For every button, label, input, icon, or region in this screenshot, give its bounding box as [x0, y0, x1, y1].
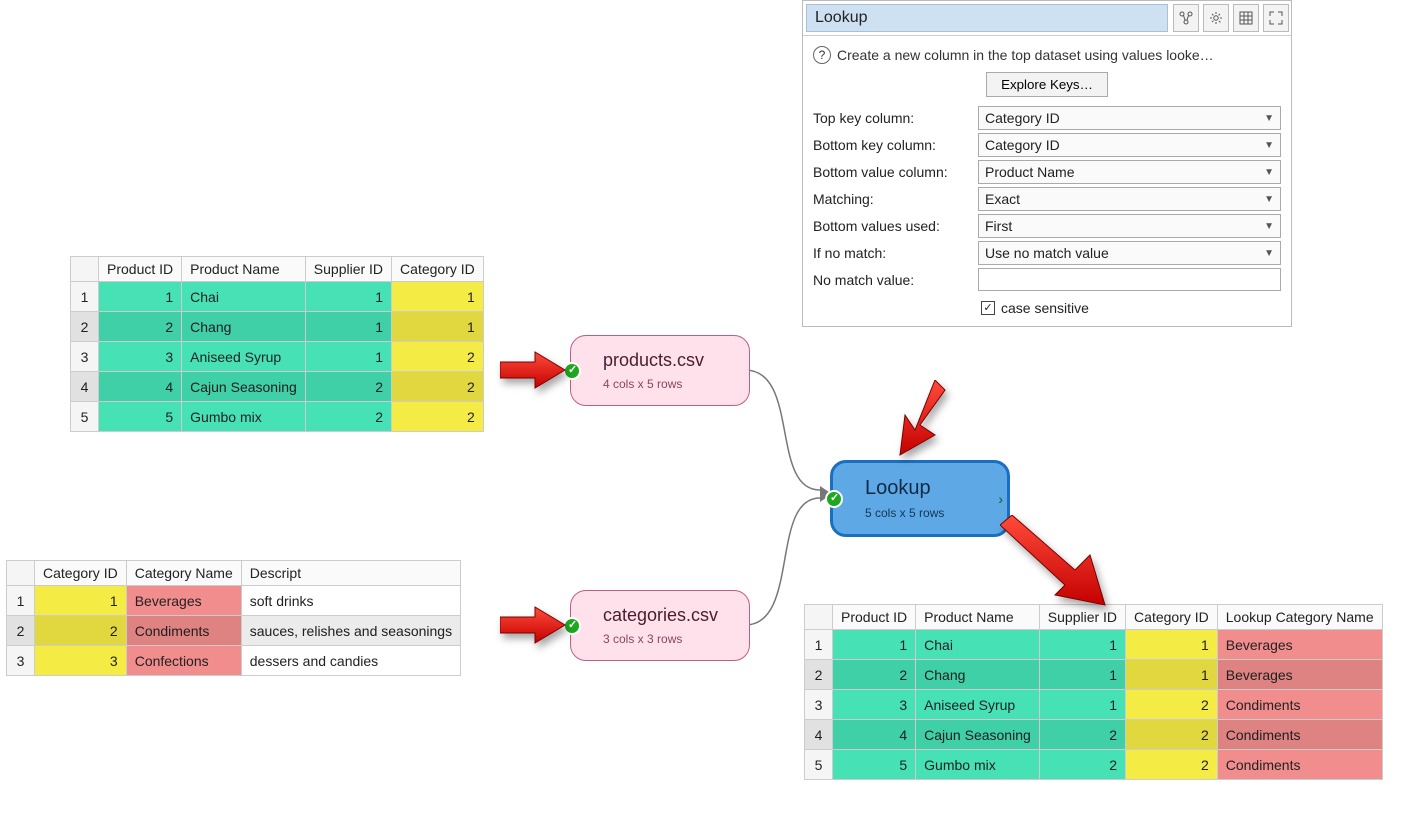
panel-description: Create a new column in the top dataset u…	[837, 47, 1214, 63]
table-row: 4 4 Cajun Seasoning 2 2 Condiments	[805, 720, 1383, 750]
table-row: 2 2 Condiments sauces, relishes and seas…	[7, 616, 461, 646]
label-nomatch: If no match:	[813, 245, 978, 261]
label-matching: Matching:	[813, 191, 978, 207]
panel-title: Lookup	[806, 4, 1168, 32]
checkbox-box: ✓	[981, 301, 995, 315]
help-icon[interactable]: ?	[813, 46, 831, 64]
col-header: Category ID	[1126, 605, 1218, 630]
lookup-panel: Lookup ? Create a new column in the top …	[802, 0, 1292, 327]
chevron-down-icon: ▼	[1264, 194, 1274, 205]
expand-icon[interactable]	[1263, 4, 1289, 32]
arrow-icon	[1000, 515, 1110, 610]
table-row: 3 3 Aniseed Syrup 1 2 Condiments	[805, 690, 1383, 720]
checkbox-case-sensitive[interactable]: ✓ case sensitive	[981, 300, 1089, 316]
label-bottom-used: Bottom values used:	[813, 218, 978, 234]
col-header: Category Name	[126, 561, 241, 586]
col-header: Product Name	[182, 257, 306, 282]
table-row: 1 1 Chai 1 1	[71, 282, 484, 312]
col-header: Supplier ID	[305, 257, 391, 282]
label-bottom-value: Bottom value column:	[813, 164, 978, 180]
chevron-down-icon: ▼	[1264, 140, 1274, 151]
select-bottom-used[interactable]: First▼	[978, 214, 1281, 238]
table-row: 3 3 Aniseed Syrup 1 2	[71, 342, 484, 372]
input-nomatch-value[interactable]	[978, 268, 1281, 291]
check-icon	[825, 490, 843, 508]
node-categories[interactable]: categories.csv 3 cols x 3 rows	[570, 590, 750, 661]
col-header: Category ID	[35, 561, 127, 586]
table-row: 2 2 Chang 1 1	[71, 312, 484, 342]
table-row: 4 4 Cajun Seasoning 2 2	[71, 372, 484, 402]
table-row: 1 1 Chai 1 1 Beverages	[805, 630, 1383, 660]
chevron-down-icon: ▼	[1264, 248, 1274, 259]
select-bottom-key[interactable]: Category ID▼	[978, 133, 1281, 157]
chevron-down-icon: ▼	[1264, 221, 1274, 232]
result-table: Product ID Product Name Supplier ID Cate…	[804, 604, 1383, 780]
categories-table: Category ID Category Name Descript 1 1 B…	[6, 560, 461, 676]
table-row: 3 3 Confections dessers and candies	[7, 646, 461, 676]
arrow-icon	[890, 380, 950, 460]
products-table: Product ID Product Name Supplier ID Cate…	[70, 256, 484, 432]
select-nomatch[interactable]: Use no match value▼	[978, 241, 1281, 265]
table-row: 1 1 Beverages soft drinks	[7, 586, 461, 616]
grid-icon[interactable]	[1233, 4, 1259, 32]
gear-icon[interactable]	[1203, 4, 1229, 32]
table-row: 5 5 Gumbo mix 2 2 Condiments	[805, 750, 1383, 780]
arrow-icon	[500, 350, 570, 390]
node-lookup[interactable]: Lookup 5 cols x 5 rows ›	[830, 460, 1010, 537]
checkbox-label: case sensitive	[1001, 300, 1089, 316]
select-top-key[interactable]: Category ID▼	[978, 106, 1281, 130]
explore-keys-button[interactable]: Explore Keys…	[986, 72, 1108, 97]
col-header: Category ID	[392, 257, 484, 282]
arrow-icon	[500, 605, 570, 645]
col-header: Product ID	[99, 257, 182, 282]
select-bottom-value[interactable]: Product Name▼	[978, 160, 1281, 184]
col-header: Descript	[241, 561, 460, 586]
table-row: 5 5 Gumbo mix 2 2	[71, 402, 484, 432]
chevron-down-icon: ▼	[1264, 113, 1274, 124]
label-bottom-key: Bottom key column:	[813, 137, 978, 153]
links-icon[interactable]	[1173, 4, 1199, 32]
output-port-icon: ›	[998, 491, 1003, 507]
select-matching[interactable]: Exact▼	[978, 187, 1281, 211]
col-header: Lookup Category Name	[1217, 605, 1382, 630]
table-row: 2 2 Chang 1 1 Beverages	[805, 660, 1383, 690]
col-header: Product ID	[833, 605, 916, 630]
label-top-key: Top key column:	[813, 110, 978, 126]
node-products[interactable]: products.csv 4 cols x 5 rows	[570, 335, 750, 406]
label-nomatch-value: No match value:	[813, 272, 978, 288]
chevron-down-icon: ▼	[1264, 167, 1274, 178]
